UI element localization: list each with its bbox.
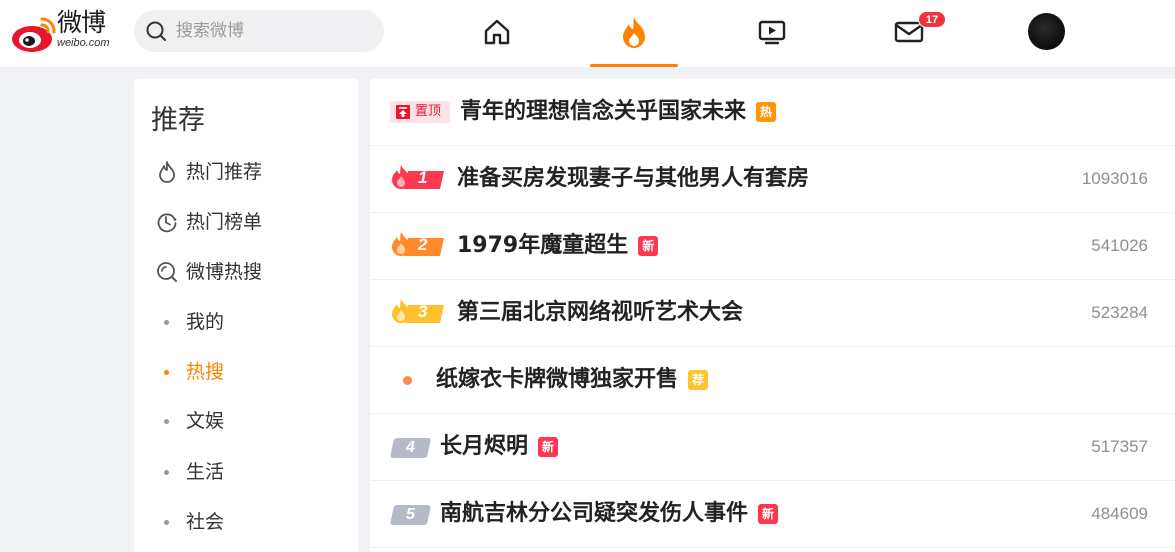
search-hot-icon (157, 262, 177, 282)
search-input[interactable] (176, 10, 376, 52)
new-tag: 新 (638, 236, 659, 256)
promo-dot (403, 376, 412, 385)
messages-badge: 17 (918, 11, 946, 28)
sidebar: 推荐 热门推荐 热门榜单 微博热搜 我的 热搜 文娱 生活 社会 (134, 79, 358, 552)
bullet-dot (164, 470, 169, 475)
sidebar-title: 推荐 (151, 105, 205, 136)
new-tag: 新 (758, 504, 779, 524)
list-item-title-wrap: 南航吉林分公司疑突发伤人事件 新 (440, 500, 779, 528)
recommend-tag: 荐 (688, 370, 709, 390)
top-bar: 微博 weibo.com 17 (0, 0, 1175, 67)
sidebar-item-hot-recommend[interactable]: 热门推荐 (134, 152, 358, 192)
hot-tag: 热 (756, 102, 777, 122)
hot-count: 1093016 (1081, 169, 1148, 188)
active-nav-indicator (590, 64, 678, 67)
list-item[interactable]: 3 第三届北京网络视听艺术大会 523284 (370, 280, 1175, 347)
list-item-title-wrap: 1979年魔童超生 新 (457, 232, 659, 260)
new-tag: 新 (538, 437, 559, 457)
hot-count: 484609 (1091, 504, 1148, 523)
sidebar-item-entertainment[interactable]: 文娱 (134, 401, 358, 441)
list-item-title-wrap: 长月烬明 新 (440, 433, 559, 461)
hot-search-list: 置顶 青年的理想信念关乎国家未来 热 1 准备买房发现妻子与其他男人有套房 10… (370, 79, 1175, 552)
logo-text: 微博 (57, 8, 106, 37)
list-item-title[interactable]: 准备买房发现妻子与其他男人有套房 (457, 165, 809, 193)
flame-outline-icon (159, 161, 175, 183)
hot-count: 523284 (1091, 303, 1148, 322)
list-item-title-wrap: 准备买房发现妻子与其他男人有套房 (457, 165, 809, 193)
list-item-title[interactable]: 1979年魔童超生 (457, 232, 628, 260)
avatar[interactable] (1028, 13, 1065, 50)
sidebar-item-society[interactable]: 社会 (134, 502, 358, 542)
sidebar-item-mine[interactable]: 我的 (134, 302, 358, 342)
sidebar-item-label: 微博热搜 (186, 261, 263, 283)
bullet-dot (164, 370, 169, 375)
nav-video[interactable] (752, 12, 792, 52)
sidebar-item-label: 热门榜单 (186, 211, 263, 233)
sidebar-item-label: 生活 (186, 461, 225, 483)
nav-hot[interactable] (614, 12, 654, 52)
bullet-dot (164, 419, 169, 424)
list-item-title-wrap: 青年的理想信念关乎国家未来 热 (460, 98, 777, 126)
sidebar-item-label: 文娱 (186, 410, 225, 432)
pin-top-icon (396, 105, 410, 119)
home-icon (484, 19, 510, 45)
bullet-dot (164, 520, 169, 525)
list-item[interactable]: 2 1979年魔童超生 新 541026 (370, 213, 1175, 280)
list-item-title[interactable]: 第三届北京网络视听艺术大会 (457, 299, 743, 327)
hot-count: 541026 (1091, 236, 1148, 255)
pinned-badge: 置顶 (390, 101, 450, 123)
video-icon (758, 20, 786, 45)
logo-subtitle: weibo.com (57, 37, 110, 49)
sidebar-item-hot-ranking[interactable]: 热门榜单 (134, 202, 358, 242)
search-box[interactable] (134, 10, 384, 52)
sidebar-item-label: 社会 (186, 511, 225, 533)
list-item-title-wrap: 第三届北京网络视听艺术大会 (457, 299, 743, 327)
rank-flame-icon (392, 165, 444, 189)
list-item-promoted[interactable]: 纸嫁衣卡牌微博独家开售 荐 (370, 347, 1175, 414)
list-item[interactable]: 1 准备买房发现妻子与其他男人有套房 1093016 (370, 146, 1175, 213)
rank-flame-icon (392, 232, 444, 256)
search-icon (146, 21, 166, 41)
list-item-title[interactable]: 青年的理想信念关乎国家未来 (460, 98, 746, 126)
clock-ranking-icon (157, 213, 177, 233)
rank-number: 4 (406, 439, 415, 456)
hot-count: 517357 (1091, 437, 1148, 456)
sidebar-item-hot-search[interactable]: 热搜 (134, 352, 358, 392)
sidebar-item-label: 热门推荐 (186, 161, 263, 183)
rank-badge: 4 (389, 438, 432, 458)
bullet-dot (164, 320, 169, 325)
rank-number: 5 (406, 506, 415, 523)
hot-flame-icon (623, 17, 645, 48)
list-item-title[interactable]: 纸嫁衣卡牌微博独家开售 (436, 366, 678, 394)
list-item[interactable]: 4 长月烬明 新 517357 (370, 414, 1175, 481)
sidebar-item-life[interactable]: 生活 (134, 452, 358, 492)
list-item[interactable]: 5 南航吉林分公司疑突发伤人事件 新 484609 (370, 481, 1175, 548)
sidebar-item-label: 我的 (186, 311, 225, 333)
list-item-title[interactable]: 南航吉林分公司疑突发伤人事件 (440, 500, 748, 528)
list-item-title-wrap: 纸嫁衣卡牌微博独家开售 荐 (436, 366, 709, 394)
sidebar-item-label: 热搜 (186, 361, 225, 383)
rank-flame-icon (392, 299, 444, 323)
list-item-pinned[interactable]: 置顶 青年的理想信念关乎国家未来 热 (370, 79, 1175, 146)
list-item-title[interactable]: 长月烬明 (440, 433, 528, 461)
pinned-label: 置顶 (415, 104, 442, 119)
nav-home[interactable] (477, 12, 517, 52)
rank-badge: 5 (389, 505, 432, 525)
sidebar-item-weibo-hot-search[interactable]: 微博热搜 (134, 252, 358, 292)
